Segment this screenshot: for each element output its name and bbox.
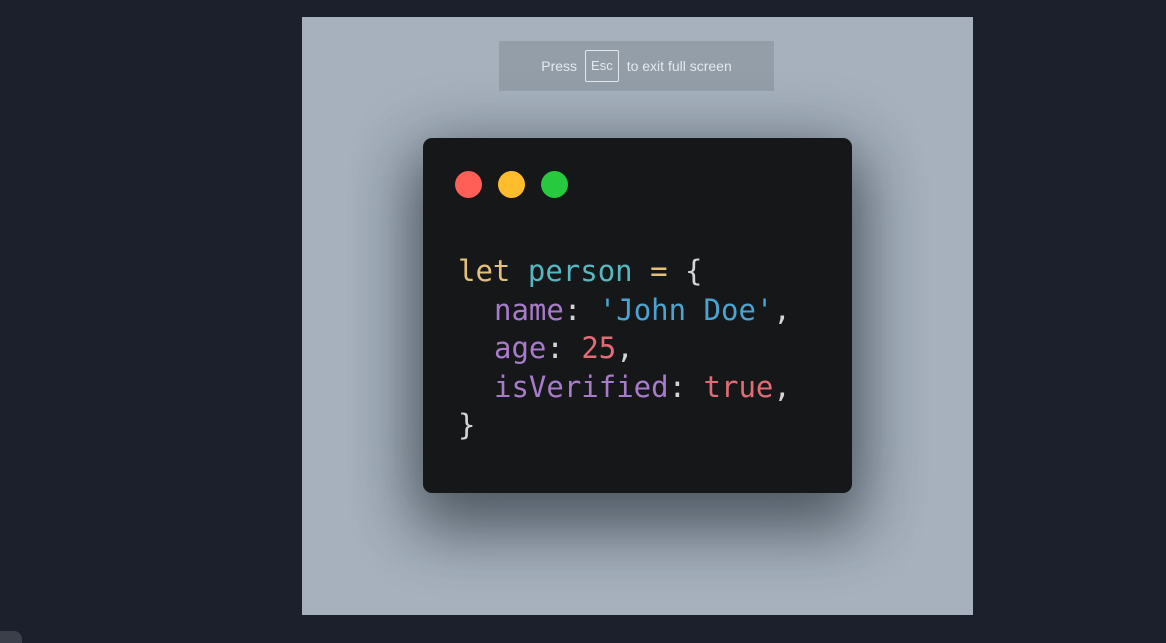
code-line-4: isVerified: true, <box>458 370 791 404</box>
keyword-token: let <box>458 254 511 288</box>
close-dot-icon[interactable] <box>455 171 482 198</box>
string-value-token: 'John Doe' <box>598 292 774 327</box>
maximize-dot-icon[interactable] <box>541 171 568 198</box>
property-isverified-token: isVerified <box>494 369 669 404</box>
window-controls <box>455 171 568 198</box>
minimize-dot-icon[interactable] <box>498 171 525 198</box>
code-line-5: } <box>458 408 475 442</box>
comma-token: , <box>773 292 791 327</box>
property-name-token: name <box>494 292 564 327</box>
variable-token: person <box>527 254 633 288</box>
colon-token: : <box>546 331 564 365</box>
code-window: let person = { name: 'John Doe', age: 25… <box>423 138 852 493</box>
comma-token: , <box>773 369 791 404</box>
open-brace-token: { <box>685 254 703 288</box>
code-snippet: let person = { name: 'John Doe', age: 25… <box>458 252 791 445</box>
number-value-token: 25 <box>581 331 617 365</box>
hint-suffix: to exit full screen <box>626 58 732 74</box>
boolean-value-token: true <box>703 369 774 404</box>
close-brace-token: } <box>458 408 476 442</box>
code-line-1: let person = { <box>458 254 703 288</box>
hint-prefix: Press <box>541 58 578 74</box>
code-line-2: name: 'John Doe', <box>458 293 791 327</box>
colon-token: : <box>668 369 687 404</box>
operator-token: = <box>650 254 668 288</box>
fullscreen-stage: Press Esc to exit full screen let person… <box>302 17 973 615</box>
colon-token: : <box>563 292 582 327</box>
corner-widget <box>0 631 22 643</box>
esc-key-badge: Esc <box>585 50 619 82</box>
code-line-3: age: 25, <box>458 331 634 365</box>
comma-token: , <box>616 331 634 365</box>
property-age-token: age <box>494 331 547 365</box>
fullscreen-exit-hint: Press Esc to exit full screen <box>499 41 774 91</box>
